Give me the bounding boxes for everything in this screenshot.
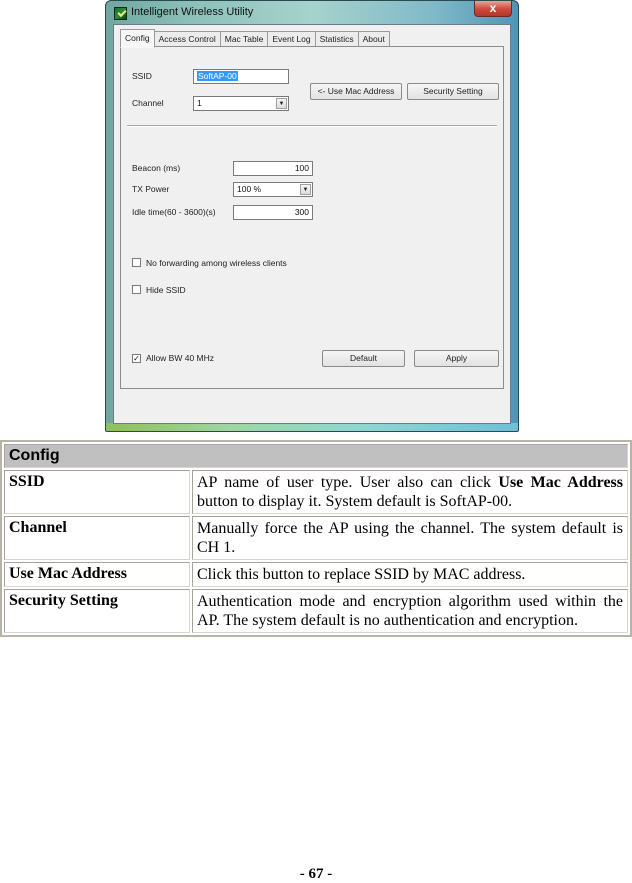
description-cell: Manually force the AP using the channel.… [192, 516, 628, 560]
term-cell: SSID [4, 470, 190, 514]
tx-power-select[interactable]: 100 % ▼ [233, 182, 313, 197]
title-bar[interactable]: Intelligent Wireless Utility x [106, 1, 518, 25]
channel-select[interactable]: 1 ▼ [193, 96, 289, 111]
allow-bw-40-label: Allow BW 40 MHz [146, 353, 215, 363]
ssid-input[interactable]: SoftAP-00 [193, 69, 289, 84]
beacon-label: Beacon (ms) [132, 163, 181, 173]
term-cell: Security Setting [4, 589, 190, 633]
apply-button[interactable]: Apply [414, 350, 499, 367]
checkmark-icon: ✓ [133, 354, 140, 363]
close-icon: x [489, 1, 497, 15]
description-cell: Click this button to replace SSID by MAC… [192, 562, 628, 587]
table-header: Config [4, 444, 628, 468]
table-row: Use Mac Address Click this button to rep… [4, 562, 628, 587]
table-row: Security Setting Authentication mode and… [4, 589, 628, 633]
table-row: Channel Manually force the AP using the … [4, 516, 628, 560]
chevron-down-icon: ▼ [300, 184, 311, 195]
ssid-label: SSID [132, 71, 152, 81]
tab-event-log[interactable]: Event Log [267, 31, 316, 47]
window-frame-glow [106, 423, 518, 431]
config-panel: SSID SoftAP-00 Channel 1 ▼ <- Use Mac Ad… [120, 46, 504, 389]
tab-about[interactable]: About [357, 31, 390, 47]
term-cell: Channel [4, 516, 190, 560]
tab-config[interactable]: Config [120, 29, 155, 48]
default-button[interactable]: Default [322, 350, 405, 367]
allow-bw-40-checkbox[interactable]: ✓ [132, 354, 141, 363]
window-client: Config Access Control Mac Table Event Lo… [113, 24, 511, 424]
table-row: SSID AP name of user type. User also can… [4, 470, 628, 514]
no-forwarding-checkbox[interactable] [132, 258, 141, 267]
page-number: - 67 - [299, 866, 333, 882]
hide-ssid-label: Hide SSID [146, 285, 186, 295]
config-description-table: Config SSID AP name of user type. User a… [0, 440, 632, 637]
tab-mac-table[interactable]: Mac Table [219, 31, 269, 47]
app-icon [114, 7, 127, 20]
description-cell: Authentication mode and encryption algor… [192, 589, 628, 633]
table-header-row: Config [4, 444, 628, 468]
description-cell: AP name of user type. User also can clic… [192, 470, 628, 514]
use-mac-address-button[interactable]: <- Use Mac Address [310, 83, 402, 100]
chevron-down-icon: ▼ [276, 98, 287, 109]
idle-time-input[interactable]: 300 [233, 205, 313, 220]
tab-statistics[interactable]: Statistics [314, 31, 359, 47]
close-button[interactable]: x [474, 1, 512, 17]
beacon-input[interactable]: 100 [233, 161, 313, 176]
separator [127, 125, 497, 127]
channel-label: Channel [132, 98, 164, 108]
window-title: Intelligent Wireless Utility [131, 6, 254, 18]
app-window: Intelligent Wireless Utility x Config Ac… [105, 0, 519, 432]
hide-ssid-checkbox[interactable] [132, 285, 141, 294]
security-setting-button[interactable]: Security Setting [407, 83, 499, 100]
idle-time-label: Idle time(60 - 3600)(s) [132, 207, 216, 217]
term-cell: Use Mac Address [4, 562, 190, 587]
no-forwarding-label: No forwarding among wireless clients [146, 258, 287, 268]
tab-bar: Config Access Control Mac Table Event Lo… [120, 29, 390, 48]
tab-access-control[interactable]: Access Control [153, 31, 221, 47]
tx-power-label: TX Power [132, 184, 170, 194]
